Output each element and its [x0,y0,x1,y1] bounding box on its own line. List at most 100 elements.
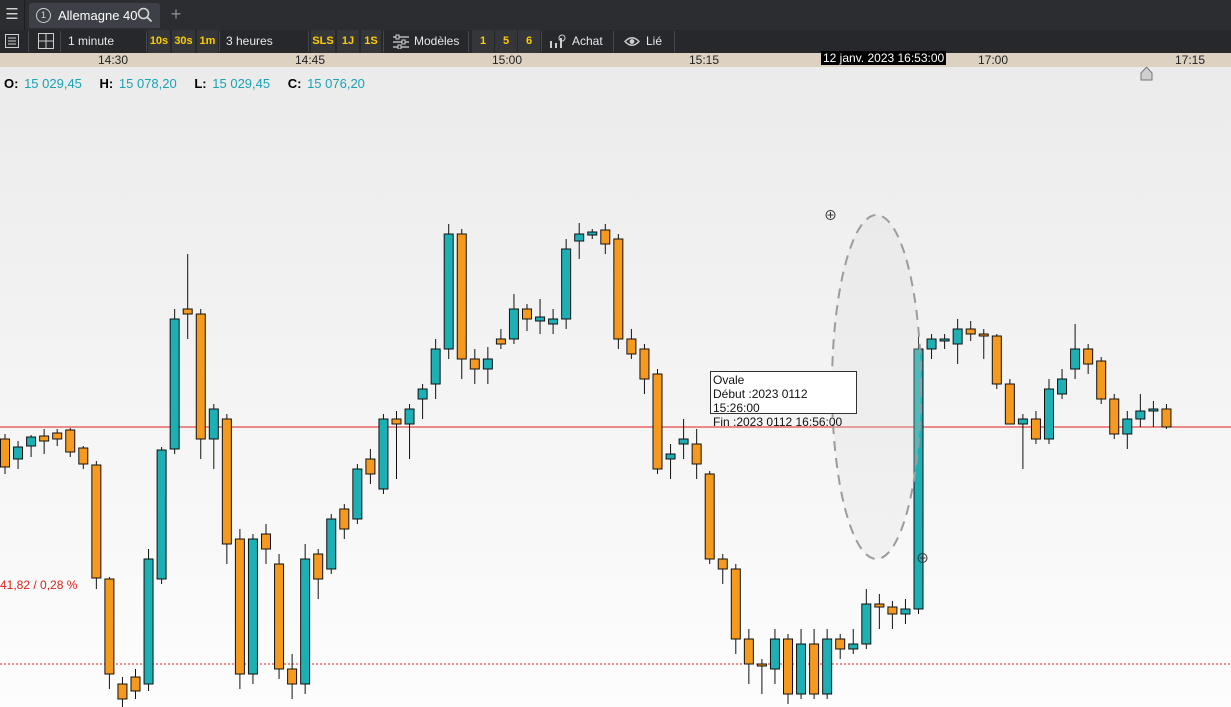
candle-body-bullish [1044,388,1054,440]
candle-body-bearish [743,638,754,665]
range-select[interactable]: 3 heures [226,30,273,53]
candle-body-bullish [208,408,219,440]
candle-body-bearish [639,348,650,380]
candle [195,309,206,459]
menu-icon[interactable]: ☰ [0,0,25,30]
time-cursor-label: 12 janv. 2023 16:53:00 [821,51,947,65]
candle [104,577,115,689]
price-chart[interactable] [0,67,1231,707]
tab-instrument-label: Allemagne 40 [58,8,138,23]
candle-body-bullish [1135,410,1146,420]
candle [1044,379,1054,444]
interval-select[interactable]: 1 minute [68,30,114,53]
time-axis[interactable]: 14:30 14:45 15:00 15:15 17:00 17:15 [0,53,1231,68]
candle [247,534,258,684]
high-label: H: [99,76,114,91]
tab-bar: ☰ 1 Allemagne 40 + [0,0,1231,31]
linked-button[interactable]: Lié [646,30,662,53]
time-tick: 15:15 [688,53,720,67]
candle-body-bullish [678,438,689,445]
candle [652,369,663,474]
layout-grid-icon[interactable] [38,33,54,49]
candle-body-bearish [313,553,324,580]
candle [991,334,1002,389]
candle-body-bullish [508,308,519,340]
candle [91,461,102,589]
candle-body-bearish [756,663,767,667]
time-tick: 17:15 [1174,53,1206,67]
candle [456,229,467,379]
layout-slot-6[interactable]: 6 [518,30,540,53]
buy-tool-icon [550,34,566,48]
candle-body-bearish [613,238,624,340]
candle-body-bullish [300,558,311,685]
candle [274,554,285,679]
list-icon[interactable] [5,34,19,48]
candle-body-bearish [52,432,63,440]
candle-body-bullish [939,338,950,342]
candle-body-bearish [365,458,376,475]
candle-body-bullish [665,453,676,460]
toolbar-divider [146,31,147,52]
candle [561,239,572,329]
candle-body-bullish [352,468,363,520]
high-value: 15 078,20 [118,76,177,91]
candle [443,224,454,359]
search-icon[interactable] [137,7,153,23]
low-label: L: [194,76,207,91]
candle-body-bullish [26,436,37,447]
candle-body-bullish [574,233,585,242]
candle-body-bullish [430,348,441,385]
layout-slot-5[interactable]: 5 [495,30,517,53]
buy-button[interactable]: Achat [572,30,603,53]
candle [221,414,232,564]
quick-interval-1m[interactable]: 1m [197,30,218,53]
candle-body-bearish [195,313,206,440]
candle-body-bearish [835,638,846,650]
candle-body-bearish [117,683,128,700]
candle-body-bullish [861,603,872,645]
candle [143,549,154,691]
templates-button[interactable]: Modèles [414,30,459,53]
candle [783,634,793,704]
candle [169,309,180,454]
toolbar-divider [383,31,384,52]
layout-slot-1[interactable]: 1 [472,30,494,53]
quick-range-1j[interactable]: 1J [337,30,359,53]
candle-body-bullish [900,608,911,615]
candle-body-bullish [926,338,937,350]
candle-body-bearish [1030,418,1041,440]
candle-body-bullish [1070,348,1081,370]
reference-line-label: 41,82 / 0,28 % [0,578,78,592]
candle-body-bullish [378,418,389,490]
candle-body-bullish [13,446,24,460]
quick-range-1s[interactable]: 1S [361,30,381,53]
candle-body-bearish [1083,348,1094,365]
ohlc-readout: O: 15 029,45 H: 15 078,20 L: 15 029,45 C… [4,76,379,91]
tooltip-end: Fin :2023 0112 16:56:00 [713,415,843,429]
candle [613,234,624,349]
toolbar-divider [613,31,614,52]
templates-icon [393,34,409,49]
candle-body-bearish [1109,398,1120,435]
add-tab-button[interactable]: + [168,3,184,25]
candle [1096,357,1107,404]
quick-interval-10s[interactable]: 10s [148,30,170,53]
candle-body-bearish [221,418,232,545]
toolbar-divider [219,31,220,52]
candle-body-bearish [78,447,89,465]
time-tick: 14:45 [294,53,326,67]
quick-interval-30s[interactable]: 30s [172,30,195,53]
candle-body-bullish [535,316,546,322]
candle-body-bullish [848,643,859,650]
candle-body-bullish [769,638,780,670]
candle-body-bullish [404,408,415,425]
candle-body-bullish [156,449,167,580]
time-tick: 15:00 [491,53,523,67]
candle-body-bearish [978,333,989,337]
quick-range-sls[interactable]: SLS [311,30,335,53]
candle-body-bearish [469,358,480,370]
tab-instrument[interactable]: 1 Allemagne 40 [29,3,160,28]
candle-body-bearish [0,438,10,468]
toolbar-divider [308,31,309,52]
